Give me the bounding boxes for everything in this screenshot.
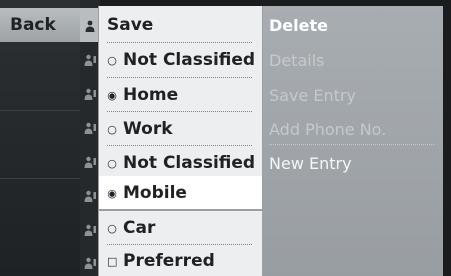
back-button[interactable]: Back [0, 8, 80, 42]
person-icon [83, 155, 97, 169]
radio-selected-icon: ◉ [107, 186, 117, 200]
menu-item-label: Home [123, 85, 179, 105]
submenu-item-add-phone[interactable]: Add Phone No. [269, 112, 386, 146]
left-divider [0, 110, 80, 111]
phonebook-screen: Back Save ○ Not Classified ◉ Home ○ Work… [0, 0, 451, 276]
menu-item-work[interactable]: ○ Work [99, 112, 262, 146]
radio-empty-icon: ○ [107, 156, 117, 170]
person-icon [83, 19, 97, 33]
submenu-separator [269, 144, 434, 145]
menu-item-not-classified[interactable]: ○ Not Classified [99, 43, 262, 77]
menu-item-label: Not Classified [123, 153, 256, 173]
checkbox-icon: □ [107, 254, 118, 268]
menu-item-not-classified-2[interactable]: ○ Not Classified [99, 146, 262, 180]
radio-empty-icon: ○ [107, 122, 117, 136]
menu-item-label: Work [123, 119, 173, 139]
person-icon [83, 87, 97, 101]
menu-item-mobile[interactable]: ◉ Mobile [99, 176, 262, 210]
radio-empty-icon: ○ [107, 53, 117, 67]
submenu-item-new-entry[interactable]: New Entry [269, 146, 352, 180]
person-icon [83, 121, 97, 135]
person-icon [83, 223, 97, 237]
radio-selected-icon: ◉ [107, 88, 117, 102]
left-divider [0, 178, 80, 179]
menu-item-label: Save [107, 15, 154, 35]
menu-item-label: Not Classified [123, 50, 256, 70]
menu-item-preferred[interactable]: □ Preferred [99, 244, 262, 276]
number-type-menu: Save ○ Not Classified ◉ Home ○ Work ○ No… [98, 6, 263, 276]
menu-item-label: Preferred [123, 251, 215, 271]
menu-item-label: Mobile [123, 183, 187, 203]
options-submenu: Delete Details Save Entry Add Phone No. … [263, 6, 443, 276]
right-edge [443, 0, 451, 276]
menu-item-label: Car [123, 218, 156, 238]
left-strip: Back [0, 0, 80, 276]
menu-item-car[interactable]: ○ Car [99, 211, 262, 245]
person-icon [83, 256, 97, 270]
submenu-item-save-entry[interactable]: Save Entry [269, 78, 356, 112]
submenu-item-details[interactable]: Details [269, 43, 324, 77]
person-icon [83, 189, 97, 203]
menu-item-save[interactable]: Save [99, 8, 262, 42]
menu-item-home[interactable]: ◉ Home [99, 78, 262, 112]
radio-empty-icon: ○ [107, 221, 117, 235]
submenu-item-delete[interactable]: Delete [269, 8, 328, 42]
contact-icon-column [80, 0, 100, 276]
person-icon [83, 53, 97, 67]
